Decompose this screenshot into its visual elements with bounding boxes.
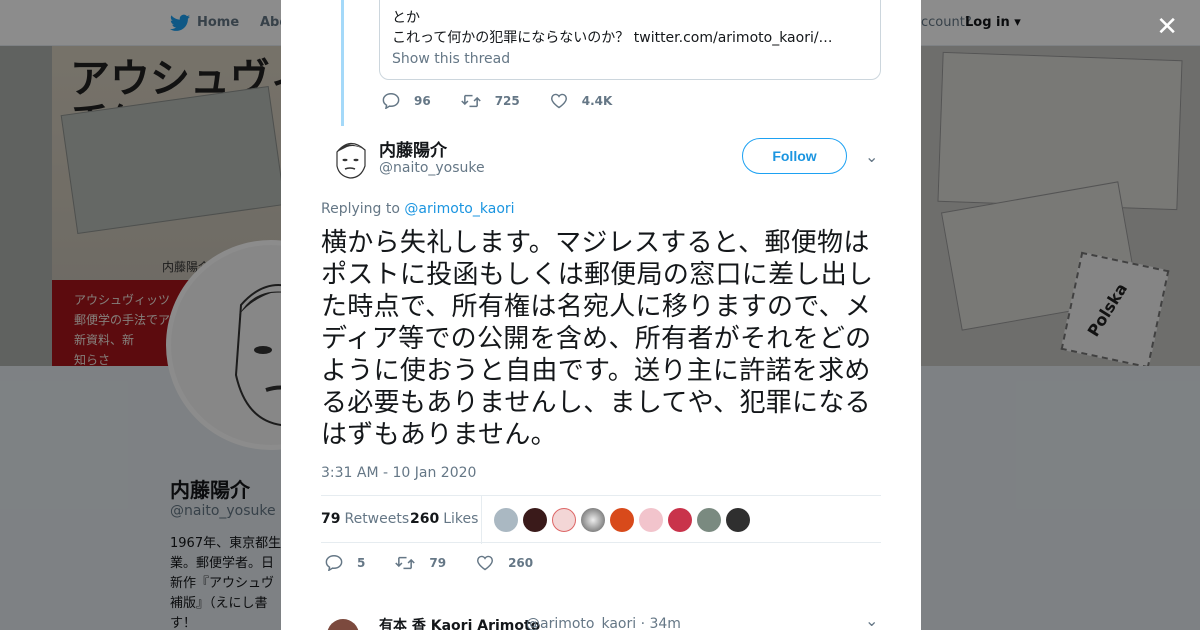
thread-connector-line bbox=[341, 0, 344, 126]
quoted-tweet-card[interactable]: とか これって何かの犯罪にならないのか？ twitter.com/arimoto… bbox=[379, 0, 881, 80]
replying-to-link[interactable]: @arimoto_kaori bbox=[404, 201, 514, 217]
tweet-actions: 5 79 260 bbox=[325, 555, 563, 571]
author-name[interactable]: 内藤陽介 bbox=[379, 136, 447, 161]
retweet-action[interactable]: 725 bbox=[460, 93, 520, 109]
reply-count: 5 bbox=[357, 556, 366, 570]
like-count: 4.4K bbox=[581, 94, 613, 108]
reply-author-name[interactable]: 有本 香 Kaori Arimoto bbox=[379, 615, 540, 630]
liker-avatar[interactable] bbox=[581, 508, 605, 532]
likes-stat-count: 260 bbox=[410, 511, 440, 527]
reply-action[interactable]: 96 bbox=[382, 93, 431, 109]
liker-avatar[interactable] bbox=[610, 508, 634, 532]
liker-avatar[interactable] bbox=[494, 508, 518, 532]
like-count: 260 bbox=[508, 556, 534, 570]
retweet-icon bbox=[395, 556, 416, 570]
author-face-icon bbox=[336, 142, 366, 179]
retweets-stat-label: Retweets bbox=[344, 511, 410, 527]
quoted-tweet-line2[interactable]: これって何かの犯罪にならないのか？ twitter.com/arimoto_ka… bbox=[392, 27, 833, 47]
retweet-action[interactable]: 79 bbox=[395, 555, 446, 571]
like-action[interactable]: 4.4K bbox=[550, 93, 613, 109]
reply-author-avatar[interactable] bbox=[327, 619, 359, 630]
liker-avatar[interactable] bbox=[639, 508, 663, 532]
tweet-stats: 79 Retweets 260 Likes bbox=[321, 495, 881, 544]
show-thread-link[interactable]: Show this thread bbox=[392, 51, 510, 67]
author-avatar[interactable] bbox=[327, 134, 373, 180]
tweet-timestamp[interactable]: 3:31 AM - 10 Jan 2020 bbox=[321, 465, 476, 481]
liker-avatar[interactable] bbox=[668, 508, 692, 532]
retweet-icon bbox=[460, 94, 481, 108]
liker-avatar[interactable] bbox=[523, 508, 547, 532]
reply-tweet[interactable]: 有本 香 Kaori Arimoto @arimoto_kaori · 34m … bbox=[281, 603, 921, 630]
author-handle[interactable]: @naito_yosuke bbox=[379, 160, 485, 176]
quoted-tweet-line1: とか bbox=[392, 10, 420, 26]
reply-action[interactable]: 5 bbox=[325, 555, 365, 571]
stats-divider bbox=[481, 496, 482, 544]
follow-button[interactable]: Follow bbox=[742, 138, 847, 174]
close-icon[interactable]: ✕ bbox=[1156, 12, 1178, 42]
like-action[interactable]: 260 bbox=[476, 555, 533, 571]
chevron-down-icon[interactable]: ⌄ bbox=[865, 147, 878, 166]
liker-avatar[interactable] bbox=[552, 508, 576, 532]
replying-to-line: Replying to @arimoto_kaori bbox=[321, 201, 515, 217]
reply-icon bbox=[382, 93, 400, 109]
retweet-count: 725 bbox=[494, 94, 520, 108]
replying-prefix: Replying to bbox=[321, 201, 405, 217]
tweet-modal: とか これって何かの犯罪にならないのか？ twitter.com/arimoto… bbox=[281, 0, 921, 630]
retweets-stat[interactable]: 79 Retweets bbox=[321, 511, 409, 527]
liker-avatar[interactable] bbox=[726, 508, 750, 532]
tweet-text: 横から失礼します。マジレスすると、郵便物はポストに投函もしくは郵便局の窓口に差し… bbox=[321, 228, 874, 450]
reply-count: 96 bbox=[414, 94, 431, 108]
heart-icon bbox=[550, 93, 567, 109]
parent-tweet-actions: 96 725 4.4K bbox=[382, 93, 642, 109]
reply-author-meta[interactable]: @arimoto_kaori · 34m bbox=[526, 616, 681, 630]
reply-icon bbox=[325, 555, 343, 571]
likes-stat-label: Likes bbox=[443, 511, 479, 527]
likes-stat[interactable]: 260 Likes bbox=[410, 511, 478, 527]
retweet-count: 79 bbox=[429, 556, 447, 570]
liker-avatar[interactable] bbox=[697, 508, 721, 532]
chevron-down-icon[interactable]: ⌄ bbox=[865, 611, 878, 630]
heart-icon bbox=[477, 555, 494, 571]
retweets-stat-count: 79 bbox=[321, 511, 341, 527]
